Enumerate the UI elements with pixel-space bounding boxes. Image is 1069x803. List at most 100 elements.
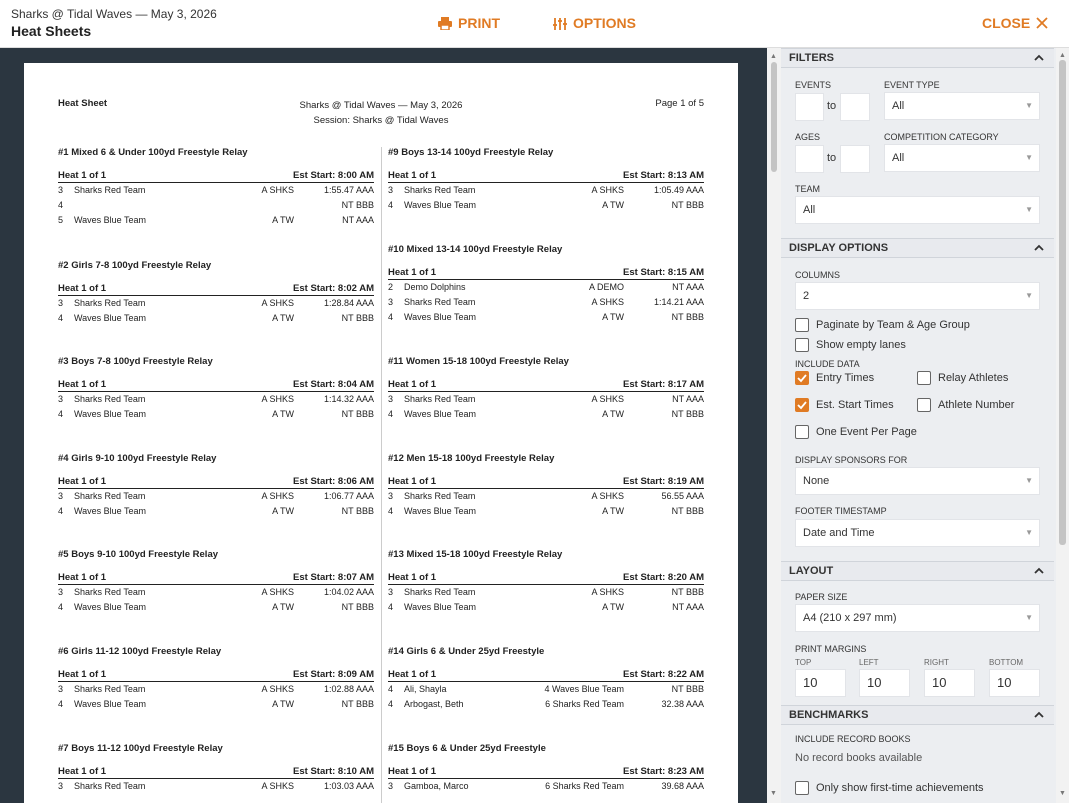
est-start: Est Start: 8:20 AM	[623, 572, 704, 583]
checkbox-box[interactable]	[795, 425, 809, 439]
event-title: #11 Women 15-18 100yd Freestyle Relay	[388, 356, 569, 367]
one-event-checkbox[interactable]: One Event Per Page	[795, 425, 917, 439]
event-title: #12 Men 15-18 100yd Freestyle Relay	[388, 453, 555, 464]
entry-times-label: Entry Times	[816, 372, 875, 384]
margin-left-input[interactable]: 10	[859, 669, 910, 697]
print-button[interactable]: PRINT	[438, 15, 500, 31]
checkbox-box[interactable]	[795, 318, 809, 332]
print-margins-label: PRINT MARGINS	[795, 644, 867, 654]
one-event-label: One Event Per Page	[816, 426, 917, 438]
est-start: Est Start: 8:22 AM	[623, 669, 704, 680]
sheet-session: Session: Sharks @ Tidal Waves	[313, 115, 449, 126]
scroll-thumb[interactable]	[1059, 60, 1066, 545]
sponsors-select[interactable]: None ▼	[795, 467, 1040, 495]
entry-time: NT BBB	[671, 684, 704, 694]
scroll-up-icon[interactable]: ▲	[770, 53, 777, 60]
paginate-checkbox[interactable]: Paginate by Team & Age Group	[795, 318, 970, 332]
first-time-checkbox[interactable]: Only show first-time achievements	[795, 781, 984, 795]
checkbox-checked[interactable]	[795, 398, 809, 412]
options-label: OPTIONS	[573, 15, 637, 31]
entry-times-checkbox[interactable]: Entry Times	[795, 371, 874, 385]
checkbox-box[interactable]	[917, 371, 931, 385]
margin-top-input[interactable]: 10	[795, 669, 846, 697]
lane-row: 4 Waves Blue Team A TW NT BBB	[388, 504, 704, 519]
team-select[interactable]: All ▼	[795, 196, 1040, 224]
heat-label: Heat 1 of 1	[58, 669, 107, 680]
checkbox-box[interactable]	[795, 781, 809, 795]
empty-lanes-checkbox[interactable]: Show empty lanes	[795, 338, 906, 352]
lane-row: 4 Ali, Shayla 4 Waves Blue Team NT BBB	[388, 682, 704, 697]
layout-section-header[interactable]: LAYOUT	[781, 561, 1054, 581]
event-block: #9 Boys 13-14 100yd Freestyle Relay Heat …	[388, 147, 704, 213]
lane-number: 4	[58, 602, 64, 612]
entry-team: A SHKS	[591, 587, 624, 597]
footer-timestamp-select[interactable]: Date and Time ▼	[795, 519, 1040, 547]
lane-number: 4	[58, 699, 64, 709]
entry-name: Waves Blue Team	[74, 313, 147, 323]
close-button[interactable]: CLOSE	[982, 15, 1048, 31]
est-start: Est Start: 8:06 AM	[293, 476, 374, 487]
events-from-input[interactable]	[795, 93, 824, 121]
lane-number: 4	[388, 699, 394, 709]
entry-team: A DEMO	[588, 282, 624, 292]
display-options-section-header[interactable]: DISPLAY OPTIONS	[781, 238, 1054, 258]
lane-row: 4 Waves Blue Team A TW NT AAA	[388, 600, 704, 615]
scroll-thumb[interactable]	[771, 62, 777, 172]
entry-team: A SHKS	[261, 684, 294, 694]
scroll-up-icon[interactable]: ▲	[1059, 52, 1066, 59]
heat-label: Heat 1 of 1	[58, 379, 107, 390]
event-block: #2 Girls 7-8 100yd Freestyle Relay Heat 1…	[58, 260, 374, 326]
competition-category-select[interactable]: All ▼	[884, 144, 1040, 172]
heat-header: Heat 1 of 1 Est Start: 8:10 AM	[58, 766, 374, 779]
scroll-down-icon[interactable]: ▼	[1059, 790, 1066, 797]
panel-scrollbar[interactable]: ▲ ▼	[1056, 48, 1069, 803]
sheet-page-number: Page 1 of 5	[655, 98, 704, 109]
event-block: #15 Boys 6 & Under 25yd Freestyle Heat 1 …	[388, 743, 704, 794]
filters-section-header[interactable]: FILTERS	[781, 48, 1054, 68]
paper-size-select[interactable]: A4 (210 x 297 mm) ▼	[795, 604, 1040, 632]
checkbox-box[interactable]	[795, 338, 809, 352]
est-start: Est Start: 8:00 AM	[293, 170, 374, 181]
benchmarks-section-header[interactable]: BENCHMARKS	[781, 705, 1054, 725]
heat-label: Heat 1 of 1	[388, 379, 437, 390]
entry-name: Waves Blue Team	[404, 506, 477, 516]
entry-team: A TW	[602, 200, 624, 210]
event-title: #6 Girls 11-12 100yd Freestyle Relay	[58, 646, 222, 657]
events-to-input[interactable]	[840, 93, 870, 121]
ages-from-input[interactable]	[795, 145, 824, 173]
est-start: Est Start: 8:07 AM	[293, 572, 374, 583]
relay-athletes-checkbox[interactable]: Relay Athletes	[917, 371, 1008, 385]
entry-name: Waves Blue Team	[74, 215, 147, 225]
caret-down-icon: ▼	[1025, 153, 1033, 162]
ages-to-input[interactable]	[840, 145, 870, 173]
est-start-checkbox[interactable]: Est. Start Times	[795, 398, 894, 412]
entry-time: 1:03.03 AAA	[323, 781, 374, 791]
entry-time: 32.38 AAA	[661, 699, 704, 709]
margin-bottom-input[interactable]: 10	[989, 669, 1040, 697]
checkbox-checked[interactable]	[795, 371, 809, 385]
options-button[interactable]: OPTIONS	[553, 15, 636, 31]
lane-row: 4 Waves Blue Team A TW NT BBB	[58, 504, 374, 519]
event-type-select[interactable]: All ▼	[884, 92, 1040, 120]
checkbox-box[interactable]	[917, 398, 931, 412]
est-start: Est Start: 8:10 AM	[293, 766, 374, 777]
preview-scrollbar[interactable]: ▲ ▼	[767, 48, 781, 803]
lane-row: 2 Demo Dolphins A DEMO NT AAA	[388, 280, 704, 295]
event-title: #10 Mixed 13-14 100yd Freestyle Relay	[388, 244, 563, 255]
heat-sheet-page: Sharks @ Tidal Waves — May 3, 2026 Sessi…	[24, 63, 738, 803]
athlete-number-checkbox[interactable]: Athlete Number	[917, 398, 1014, 412]
column-divider	[381, 147, 382, 803]
entry-time: NT BBB	[341, 699, 374, 709]
lane-number: 3	[388, 491, 394, 501]
entry-name: Waves Blue Team	[74, 506, 147, 516]
scroll-down-icon[interactable]: ▼	[770, 790, 777, 797]
entry-team: A TW	[272, 699, 294, 709]
heat-header: Heat 1 of 1 Est Start: 8:20 AM	[388, 572, 704, 585]
columns-select[interactable]: 2 ▼	[795, 282, 1040, 310]
relay-athletes-label: Relay Athletes	[938, 372, 1009, 384]
entry-time: NT BBB	[671, 506, 704, 516]
margin-right-input[interactable]: 10	[924, 669, 975, 697]
event-title: #15 Boys 6 & Under 25yd Freestyle	[388, 743, 546, 754]
lane-row: 4 Waves Blue Team A TW NT BBB	[58, 407, 374, 422]
event-title: #2 Girls 7-8 100yd Freestyle Relay	[58, 260, 212, 271]
